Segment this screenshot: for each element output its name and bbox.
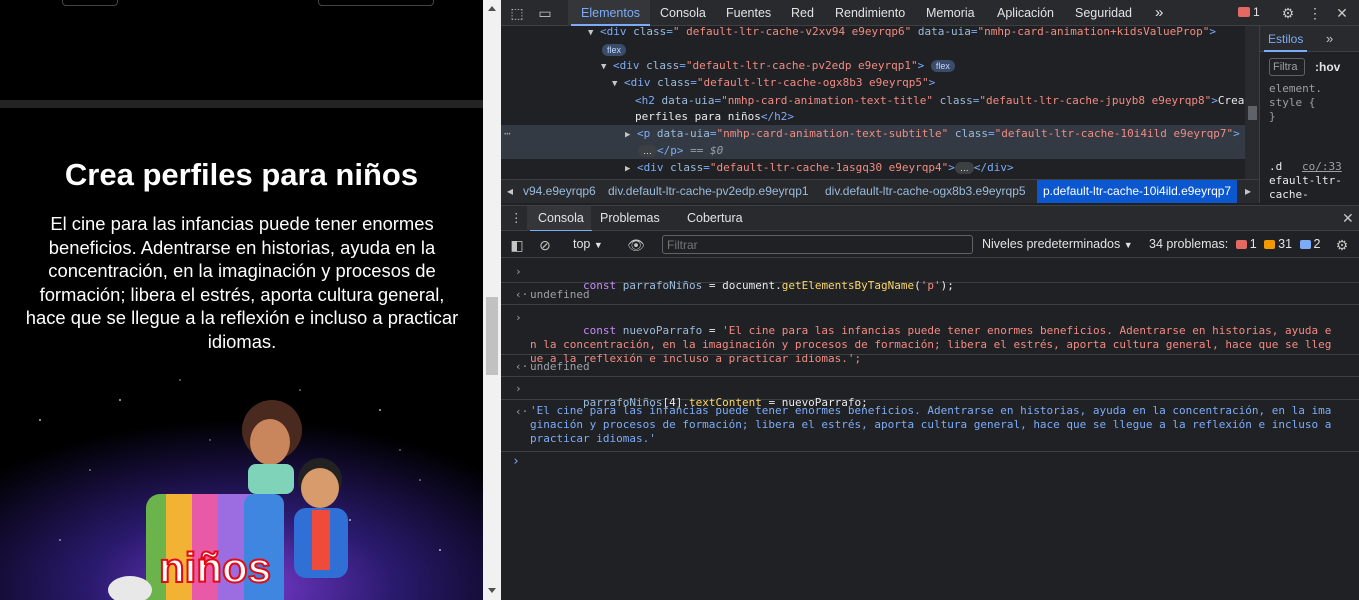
input-chevron-icon: ›: [515, 311, 522, 324]
log-levels-dropdown[interactable]: Niveles predeterminados ▼: [982, 237, 1133, 251]
console-result-line[interactable]: ‹· 'El cine para las infancias puede ten…: [501, 400, 1359, 452]
warnings-count: 31: [1278, 237, 1293, 251]
styles-pane: Estilos » Filtra :hov element. style { }…: [1259, 26, 1359, 203]
dom-node-p-close[interactable]: … </p> == $0: [638, 142, 723, 159]
dom-node-div-kids[interactable]: ▼ <div class=" default-ltr-cache-v2xv94 e…: [588, 26, 1216, 40]
kids-illustration: niños: [0, 360, 483, 600]
node-actions-icon[interactable]: ⋯: [504, 125, 511, 142]
style-source-link[interactable]: co/:33: [1302, 160, 1342, 174]
infos-count: 2: [1313, 237, 1321, 251]
page-top-button-2[interactable]: [318, 0, 434, 6]
console-input-line[interactable]: › parrafoNiños[4].textContent = nuevoPar…: [501, 377, 1359, 409]
hover-state-toggle[interactable]: :hov: [1315, 60, 1340, 74]
drawer-tab-consola[interactable]: Consola: [530, 206, 592, 232]
kids-logo: niños: [159, 544, 271, 591]
log-levels-label: Niveles predeterminados: [982, 237, 1121, 251]
breadcrumb-scroll-left-icon[interactable]: ◂: [507, 180, 513, 203]
tab-consola[interactable]: Consola: [660, 0, 706, 26]
issues-count: 1: [1253, 5, 1260, 19]
problems-counter[interactable]: 34 problemas: 1 31 2: [1149, 237, 1320, 251]
result-arrow-icon: ‹·: [515, 288, 529, 301]
tab-memoria[interactable]: Memoria: [926, 0, 975, 26]
styles-more-tabs-icon[interactable]: »: [1326, 26, 1333, 52]
console-input-line[interactable]: › const nuevoParrafo = 'El cine para las…: [501, 305, 1359, 365]
page-scrollbar[interactable]: [483, 0, 501, 600]
tab-red[interactable]: Red: [791, 0, 814, 26]
console-toolbar: ◧ ⊘ top ▼ 👁 Niveles predeterminados ▼ 34…: [501, 231, 1359, 258]
breadcrumb-item[interactable]: div.default-ltr-cache-pv2edp.e9eyrqp1: [608, 180, 809, 203]
issues-badge-icon[interactable]: [1238, 7, 1250, 17]
more-tabs-icon[interactable]: »: [1155, 0, 1163, 26]
live-expression-eye-icon[interactable]: 👁: [627, 236, 645, 254]
drawer-tabbar: ⋮ Consola Problemas Cobertura ✕: [501, 205, 1359, 232]
input-chevron-icon: ›: [515, 265, 522, 278]
dom-node-p[interactable]: ▶ <p data-uia="nmhp-card-animation-text-s…: [625, 125, 1240, 142]
console-result-line[interactable]: ‹· undefined: [501, 355, 1359, 377]
console-filter-input[interactable]: [662, 235, 973, 254]
devtools-tabbar: ⬚ ▭ Elementos Consola Fuentes Red Rendim…: [501, 0, 1359, 26]
drawer-tab-problemas[interactable]: Problemas: [600, 206, 660, 231]
dom-node-div-pv2edp[interactable]: ▼ <div class="default-ltr-cache-pv2edp e9…: [601, 57, 955, 74]
kids-section-title: Crea perfiles para niños: [64, 157, 419, 192]
console-result-line[interactable]: ‹· undefined: [501, 283, 1359, 305]
drawer-menu-icon[interactable]: ⋮: [510, 206, 523, 231]
tab-aplicacion[interactable]: Aplicación: [997, 0, 1054, 26]
settings-gear-icon[interactable]: ⚙: [1279, 4, 1297, 22]
inspect-element-icon[interactable]: ⬚: [508, 4, 526, 22]
console-input-line[interactable]: › const parrafoNiños = document.getEleme…: [501, 258, 1359, 292]
result-arrow-icon: ‹·: [515, 405, 529, 418]
console-prompt-icon[interactable]: ›: [512, 454, 520, 469]
console-settings-gear-icon[interactable]: ⚙: [1333, 236, 1351, 254]
page-top-button[interactable]: [62, 0, 118, 6]
warning-icon: [1264, 240, 1276, 249]
breadcrumb-item[interactable]: div.default-ltr-cache-ogx8b3.e9eyrqp5: [825, 180, 1026, 203]
style-selector[interactable]: .d: [1269, 160, 1282, 174]
close-devtools-icon[interactable]: ✕: [1333, 4, 1351, 22]
device-toolbar-icon[interactable]: ▭: [536, 4, 554, 22]
tab-elementos[interactable]: Elementos: [570, 0, 651, 26]
devtools-panel: ⬚ ▭ Elementos Consola Fuentes Red Rendim…: [501, 0, 1359, 600]
breadcrumb-item-active[interactable]: p.default-ltr-cache-10i4ild.e9eyrqp7: [1037, 180, 1238, 203]
problems-label: 34 problemas:: [1149, 237, 1229, 251]
style-rule-body[interactable]: efault-ltr- cache- 10i4ild { margin:: [1269, 174, 1342, 203]
errors-count: 1: [1249, 237, 1257, 251]
breadcrumb-item[interactable]: v94.e9eyrqp6: [523, 180, 596, 203]
sidebar-toggle-icon[interactable]: ◧: [508, 236, 526, 254]
kids-section-paragraph: El cine para las infancias puede tener e…: [25, 213, 459, 352]
info-icon: [1299, 240, 1311, 249]
dom-breadcrumbs: ◂ v94.e9eyrqp6 div.default-ltr-cache-pv2…: [501, 179, 1259, 203]
error-icon: [1235, 240, 1247, 249]
element-style-rule[interactable]: element. style { }: [1269, 82, 1322, 124]
elements-tree[interactable]: ▼ <div class=" default-ltr-cache-v2xv94 e…: [501, 26, 1245, 179]
context-selector[interactable]: top ▼: [573, 237, 603, 251]
tab-seguridad[interactable]: Seguridad: [1075, 0, 1132, 26]
scroll-down-arrow-icon[interactable]: [488, 588, 496, 593]
console-output[interactable]: › const parrafoNiños = document.getEleme…: [501, 258, 1359, 600]
dom-node-h2[interactable]: <h2 data-uia="nmhp-card-animation-text-t…: [635, 92, 1244, 109]
chevron-down-icon: ▼: [593, 240, 603, 250]
tab-estilos[interactable]: Estilos: [1263, 26, 1308, 52]
context-label: top: [573, 237, 591, 251]
drawer-tab-cobertura[interactable]: Cobertura: [687, 206, 743, 231]
clear-console-icon[interactable]: ⊘: [536, 236, 554, 254]
page-scrollbar-thumb[interactable]: [486, 297, 498, 375]
dom-node-h2-text[interactable]: perfiles para niños</h2>: [635, 108, 794, 125]
breadcrumb-scroll-right-icon[interactable]: ▸: [1245, 180, 1251, 203]
section-divider: [0, 100, 483, 108]
styles-filter-input[interactable]: Filtra: [1269, 58, 1305, 76]
flex-badge[interactable]: flex: [602, 41, 627, 58]
input-chevron-icon: ›: [515, 382, 522, 395]
elements-scrollbar[interactable]: [1245, 26, 1259, 179]
kebab-menu-icon[interactable]: ⋮: [1306, 4, 1324, 22]
dom-node-div-ogx8b3[interactable]: ▼ <div class="default-ltr-cache-ogx8b3 e9…: [612, 74, 935, 91]
close-drawer-icon[interactable]: ✕: [1342, 206, 1354, 231]
dom-node-div-1asgq30[interactable]: ▶ <div class="default-ltr-cache-1asgq30 e…: [625, 159, 1014, 176]
chevron-down-icon: ▼: [1123, 240, 1133, 250]
tab-rendimiento[interactable]: Rendimiento: [835, 0, 905, 26]
result-arrow-icon: ‹·: [515, 360, 529, 373]
scroll-up-arrow-icon[interactable]: [488, 6, 496, 11]
tab-fuentes[interactable]: Fuentes: [726, 0, 771, 26]
web-page: Crea perfiles para niños El cine para la…: [0, 0, 483, 600]
